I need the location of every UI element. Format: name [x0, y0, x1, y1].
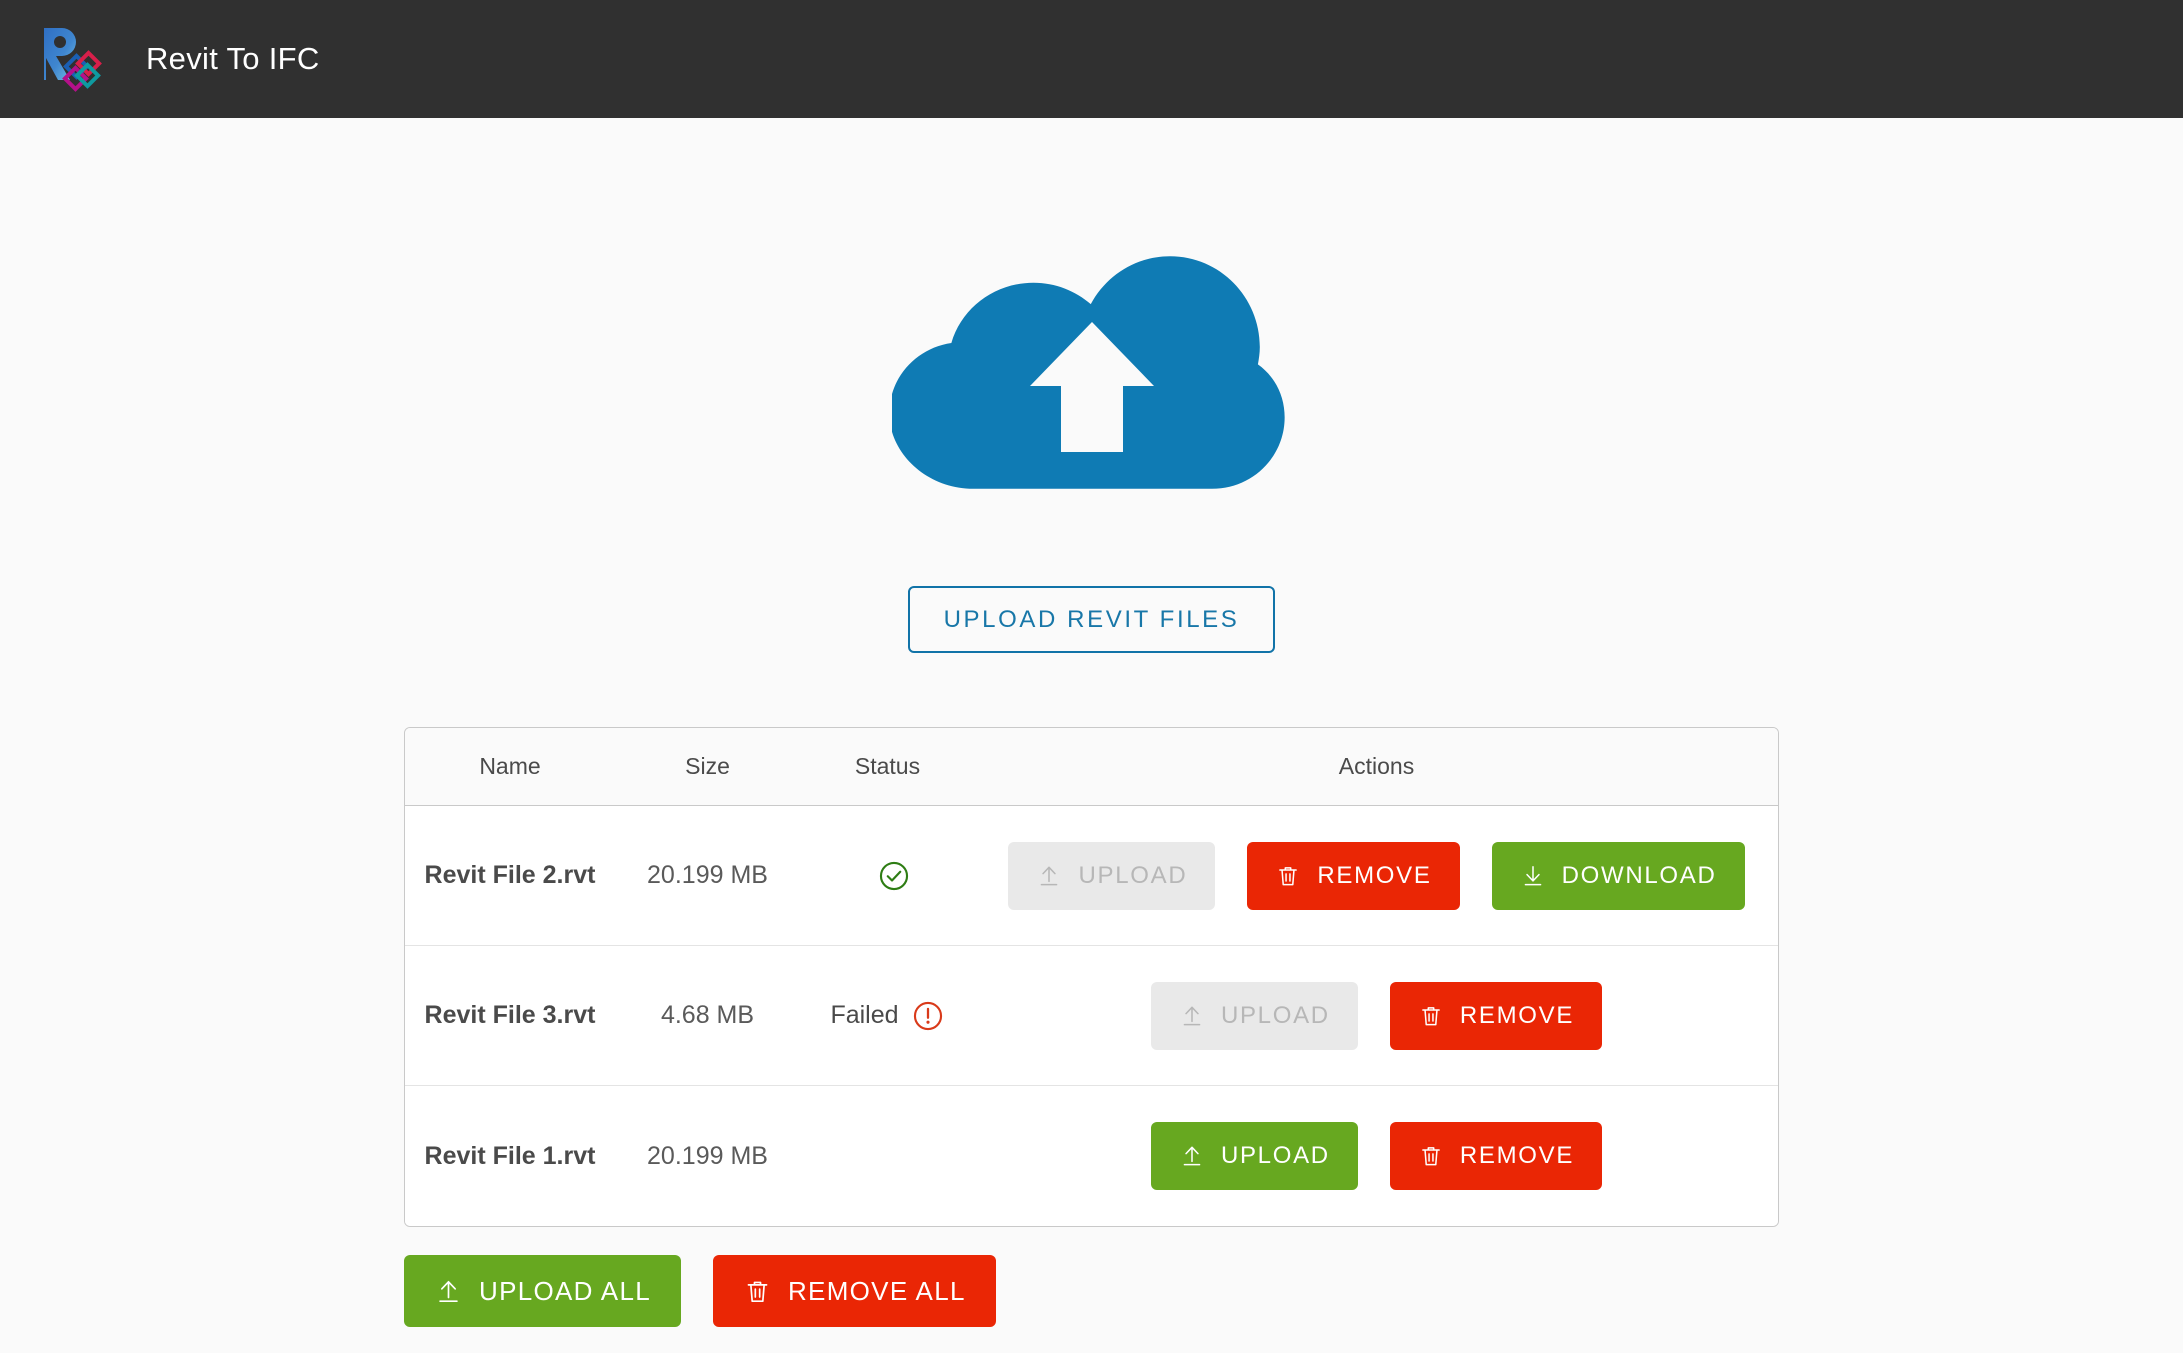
- remove-button[interactable]: REMOVE: [1389, 981, 1603, 1050]
- upload-button[interactable]: UPLOAD: [1008, 841, 1216, 910]
- file-list-table: Name Size Status Actions Revit File 2.rv…: [404, 727, 1779, 1227]
- download-button-label: DOWNLOAD: [1561, 861, 1717, 889]
- file-size: 4.68 MB: [660, 1001, 755, 1029]
- upload-button[interactable]: UPLOAD: [1150, 1122, 1358, 1190]
- column-header-actions: Actions: [1338, 753, 1415, 779]
- upload-all-button[interactable]: UPLOAD ALL: [404, 1255, 681, 1327]
- error-circle-icon: [913, 1001, 942, 1030]
- cloud-upload-hero: [891, 238, 1292, 500]
- page-content: UPLOAD REVIT FILES Name Size Status Acti…: [0, 118, 2183, 1353]
- app-title: Revit To IFC: [146, 41, 320, 76]
- file-status: [800, 859, 975, 893]
- upload-arrow-icon: [1041, 866, 1058, 885]
- cloud-upload-icon: [891, 256, 1285, 489]
- file-name: Revit File 2.rvt: [424, 861, 596, 889]
- trash-icon: [1421, 1147, 1440, 1166]
- table-row: Revit File 2.rvt 20.199 MB UPLOAD REMOVE…: [405, 806, 1778, 946]
- table-header-row: Name Size Status Actions: [405, 728, 1778, 806]
- file-status-text: Failed: [830, 1001, 899, 1029]
- file-status: Failed: [800, 999, 975, 1033]
- bulk-actions-bar: UPLOAD ALL REMOVE ALL: [404, 1255, 1779, 1327]
- remove-button[interactable]: REMOVE: [1389, 1122, 1603, 1190]
- remove-button-label: REMOVE: [1459, 1001, 1575, 1029]
- upload-button-label: UPLOAD: [1220, 1001, 1330, 1029]
- table-row: Revit File 1.rvt 20.199 MB UPLOAD REMOVE: [405, 1086, 1778, 1226]
- upload-arrow-icon: [1183, 1146, 1201, 1166]
- remove-all-label: REMOVE ALL: [787, 1275, 966, 1306]
- remove-button-label: REMOVE: [1317, 861, 1432, 889]
- column-header-size: Size: [685, 753, 730, 779]
- upload-revit-files-button[interactable]: UPLOAD REVIT FILES: [907, 586, 1276, 653]
- revit-to-ifc-logo-icon: [44, 28, 102, 92]
- table-row: Revit File 3.rvt 4.68 MB Failed UPLOAD R…: [405, 946, 1778, 1086]
- download-arrow-icon: [1524, 865, 1541, 885]
- app-header-bar: Revit To IFC: [0, 0, 2183, 118]
- row-actions: UPLOAD REMOVE DOWNLOAD: [975, 841, 1778, 910]
- column-header-status: Status: [854, 753, 921, 779]
- upload-button[interactable]: UPLOAD: [1150, 981, 1358, 1050]
- remove-button[interactable]: REMOVE: [1247, 841, 1460, 910]
- file-size: 20.199 MB: [647, 861, 768, 889]
- file-name: Revit File 3.rvt: [424, 1001, 596, 1029]
- upload-button-label: UPLOAD: [1220, 1142, 1330, 1169]
- upload-arrow-icon: [439, 1280, 458, 1302]
- check-circle-icon: [879, 861, 908, 890]
- file-size: 20.199 MB: [647, 1141, 768, 1170]
- upload-all-label: UPLOAD ALL: [479, 1275, 651, 1306]
- upload-button-label: UPLOAD: [1078, 861, 1188, 889]
- remove-button-label: REMOVE: [1459, 1142, 1575, 1169]
- row-actions: UPLOAD REMOVE: [975, 1122, 1778, 1190]
- trash-icon: [1421, 1006, 1440, 1025]
- file-name: Revit File 1.rvt: [424, 1141, 596, 1170]
- upload-arrow-icon: [1183, 1006, 1201, 1025]
- remove-all-button[interactable]: REMOVE ALL: [712, 1255, 996, 1327]
- download-button[interactable]: DOWNLOAD: [1491, 841, 1745, 910]
- trash-icon: [1279, 866, 1298, 885]
- trash-icon: [747, 1281, 768, 1302]
- column-header-name: Name: [479, 753, 541, 779]
- row-actions: UPLOAD REMOVE: [975, 981, 1778, 1050]
